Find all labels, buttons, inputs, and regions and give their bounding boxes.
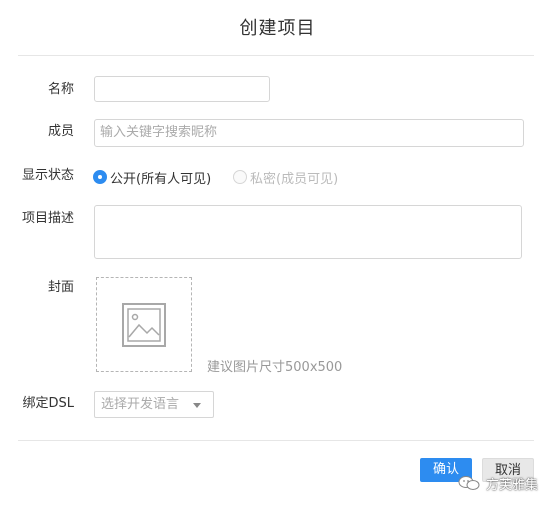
name-label: 名称 bbox=[47, 82, 74, 97]
caret-down-icon bbox=[193, 403, 201, 408]
radio-unchecked-icon bbox=[233, 170, 247, 184]
dialog-title: 创建项目 bbox=[239, 18, 316, 39]
description-label: 项目描述 bbox=[21, 211, 74, 226]
radio-checked-icon bbox=[93, 170, 107, 184]
visibility-private-radio[interactable]: 私密(成员可见) bbox=[233, 167, 338, 187]
watermark: 方芙雅集 bbox=[458, 473, 538, 493]
image-placeholder-icon bbox=[122, 303, 166, 347]
wechat-icon bbox=[458, 476, 480, 490]
footer-divider bbox=[18, 440, 534, 441]
cover-upload-area[interactable] bbox=[96, 277, 192, 372]
members-label: 成员 bbox=[47, 124, 74, 139]
visibility-public-label: 公开(所有人可见) bbox=[110, 171, 212, 187]
cover-label: 封面 bbox=[47, 280, 74, 295]
dsl-label: 绑定DSL bbox=[22, 396, 74, 411]
dsl-language-select[interactable]: 选择开发语言 bbox=[94, 391, 214, 418]
visibility-label: 显示状态 bbox=[21, 168, 74, 183]
name-input[interactable] bbox=[94, 76, 270, 102]
members-search-input[interactable]: 输入关键字搜索昵称 bbox=[94, 119, 524, 147]
create-project-dialog: 创建项目 名称 成员 输入关键字搜索昵称 显示状态 公开(所有人可见) 私密(成… bbox=[0, 0, 555, 508]
dsl-select-placeholder: 选择开发语言 bbox=[101, 397, 180, 412]
cover-size-hint: 建议图片尺寸500x500 bbox=[207, 360, 343, 375]
visibility-public-radio[interactable]: 公开(所有人可见) bbox=[93, 167, 211, 187]
watermark-text: 方芙雅集 bbox=[486, 477, 539, 493]
visibility-private-label: 私密(成员可见) bbox=[250, 171, 339, 187]
header-divider bbox=[18, 55, 534, 56]
description-textarea[interactable] bbox=[94, 205, 522, 259]
